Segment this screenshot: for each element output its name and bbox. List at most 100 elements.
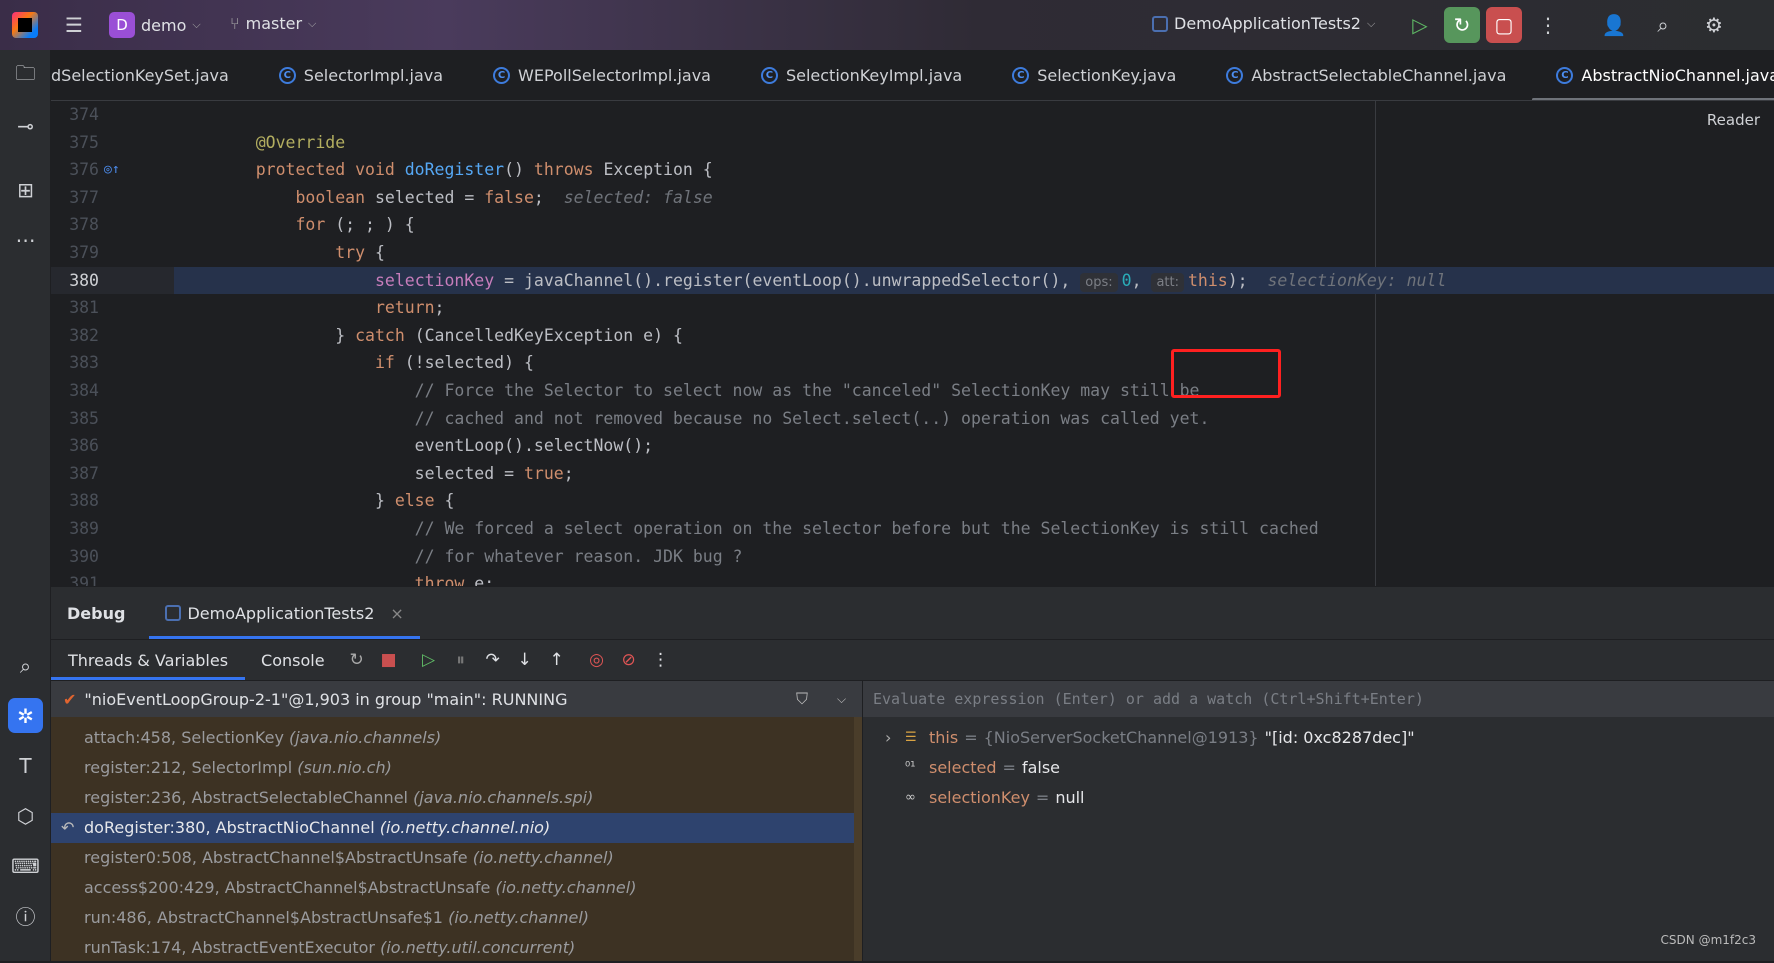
code-token: @Override bbox=[216, 132, 346, 152]
project-badge: D bbox=[109, 12, 135, 38]
mute-breakpoints-icon[interactable]: ⊘ bbox=[613, 644, 645, 676]
rerun-icon[interactable]: ↻ bbox=[341, 644, 373, 676]
variable-row[interactable]: ⁰¹ selected = false bbox=[885, 753, 1060, 783]
structure-icon[interactable]: ⊞ bbox=[8, 172, 43, 207]
debug-icon[interactable]: ✲ bbox=[8, 698, 43, 733]
pause-icon[interactable]: ⏸ bbox=[445, 644, 477, 676]
thread-label: "nioEventLoopGroup-2-1"@1,903 in group "… bbox=[84, 689, 568, 709]
frame-method: doRegister:380, AbstractNioChannel bbox=[84, 818, 380, 837]
equals-sign: = bbox=[964, 728, 978, 747]
run-icon[interactable]: ▷ bbox=[1402, 7, 1438, 43]
code-text: // Force the Selector to select now as t… bbox=[216, 377, 1200, 405]
code-token: ; bbox=[533, 187, 544, 207]
tab-file[interactable]: C AbstractSelectableChannel.java bbox=[1202, 50, 1532, 100]
stack-frame[interactable]: ↶ doRegister:380, AbstractNioChannel (io.… bbox=[51, 813, 854, 843]
rerun-debug-icon[interactable]: ↻ bbox=[1444, 7, 1480, 43]
tab-label: SelectionKeyImpl.java bbox=[785, 65, 963, 85]
project-selector[interactable]: D demo ⌵ bbox=[109, 12, 201, 38]
intellij-logo-icon[interactable] bbox=[12, 12, 38, 38]
variable-row[interactable]: › ☰ this = {NioServerSocketChannel@1913} "[id… bbox=[885, 723, 1415, 753]
settings-icon[interactable]: ⚙ bbox=[1696, 7, 1732, 43]
step-out-icon[interactable]: ↑ bbox=[541, 644, 573, 676]
override-marker-icon[interactable]: ◎↑ bbox=[104, 156, 120, 184]
tab-file[interactable]: C SelectionKey.java bbox=[988, 50, 1202, 100]
tab-file[interactable]: C SelectorImpl.java bbox=[255, 50, 469, 100]
stack-frame[interactable]: run:486, AbstractChannel$AbstractUnsafe$… bbox=[51, 903, 854, 933]
frame-package: (io.netty.util.concurrent) bbox=[380, 938, 576, 957]
frame-package: (io.netty.channel) bbox=[448, 908, 590, 927]
tab-file[interactable]: CAbstractNioChannel.java× bbox=[1532, 50, 1774, 100]
stack-frame[interactable]: register:236, AbstractSelectableChannel … bbox=[51, 783, 854, 813]
code-token: ; bbox=[563, 463, 574, 483]
variable-row[interactable]: ∞ selectionKey = null bbox=[885, 783, 1085, 813]
frame-method: register:212, SelectorImpl bbox=[84, 758, 298, 777]
code-token: { bbox=[374, 243, 385, 262]
code-token: { bbox=[444, 491, 455, 511]
tab-file[interactable]: C WEPollSelectorImpl.java bbox=[469, 50, 737, 100]
stack-frame[interactable]: runTask:174, AbstractEventExecutor (io.n… bbox=[51, 933, 854, 963]
line-number: 387 bbox=[69, 463, 99, 483]
chevron-down-icon[interactable]: ⌵ bbox=[837, 692, 846, 707]
code-line: 389 // We forced a select operation on t… bbox=[51, 515, 1774, 543]
terminal-icon[interactable]: ⌨ bbox=[8, 848, 43, 883]
line-number: 386 bbox=[69, 436, 99, 456]
watermark: CSDN @m1f2c3 bbox=[1660, 933, 1756, 947]
line-number: 377 bbox=[69, 187, 99, 207]
stack-frame[interactable]: access$200:429, AbstractChannel$Abstract… bbox=[51, 873, 854, 903]
tab-console[interactable]: Console bbox=[245, 640, 341, 680]
add-user-icon[interactable]: 👤 bbox=[1596, 7, 1632, 43]
filter-icon[interactable]: ⛉ bbox=[796, 689, 808, 709]
search-icon[interactable]: ⌕ bbox=[1645, 7, 1681, 43]
code-editor[interactable]: Reader 374 375 @Override 376 ◎↑ protected v… bbox=[51, 101, 1774, 586]
branch-selector[interactable]: ⑂ master ⌵ bbox=[230, 14, 316, 33]
equals-sign: = bbox=[1035, 788, 1050, 807]
line-number: 382 bbox=[69, 325, 99, 345]
build-icon[interactable]: T bbox=[8, 748, 43, 783]
line-number: 376 bbox=[69, 160, 99, 180]
step-into-icon[interactable]: ↓ bbox=[509, 644, 541, 676]
stop-icon[interactable]: ■ bbox=[373, 644, 405, 676]
tab-file[interactable]: C SelectionKeyImpl.java bbox=[737, 50, 988, 100]
code-token: e; bbox=[474, 574, 495, 586]
more-icon[interactable]: ⋮ bbox=[645, 644, 677, 676]
problems-icon[interactable]: ⓘ bbox=[8, 898, 43, 933]
code-token: // Force the Selector to select now as t… bbox=[216, 381, 1200, 400]
thread-selector[interactable]: ✔ "nioEventLoopGroup-2-1"@1,903 in group… bbox=[51, 681, 862, 717]
commit-icon[interactable]: ⊸ bbox=[8, 108, 43, 143]
stack-frame[interactable]: register:212, SelectorImpl (sun.nio.ch) bbox=[51, 753, 854, 783]
folder-icon[interactable]: 🗀 bbox=[8, 58, 43, 93]
more-tools-icon[interactable]: ⋯ bbox=[8, 222, 43, 257]
search-icon[interactable]: ⌕ bbox=[8, 648, 43, 683]
expand-chevron-icon[interactable]: › bbox=[885, 723, 899, 753]
step-over-icon[interactable]: ↷ bbox=[477, 644, 509, 676]
parameter-hint: att: bbox=[1151, 272, 1184, 292]
line-number: 378 bbox=[69, 215, 99, 235]
tab-file[interactable]: dSelectionKeySet.java bbox=[51, 50, 255, 100]
run-config-selector[interactable]: DemoApplicationTests2 ⌵ bbox=[1152, 14, 1375, 33]
more-icon[interactable]: ⋮ bbox=[1530, 7, 1566, 43]
tab-debug-session[interactable]: DemoApplicationTests2 × bbox=[149, 587, 421, 639]
stack-frame[interactable]: register0:508, AbstractChannel$AbstractU… bbox=[51, 843, 854, 873]
close-session-icon[interactable]: × bbox=[390, 604, 403, 623]
code-text: // for whatever reason. JDK bug ? bbox=[216, 543, 743, 571]
code-token: for bbox=[216, 215, 336, 235]
code-token: Exception { bbox=[603, 160, 713, 180]
services-icon[interactable]: ⬡ bbox=[8, 798, 43, 833]
code-token: try bbox=[216, 243, 375, 262]
view-breakpoints-icon[interactable]: ◎ bbox=[581, 644, 613, 676]
stack-frame[interactable]: attach:458, SelectionKey (java.nio.chann… bbox=[51, 723, 854, 753]
code-token: doRegister bbox=[404, 160, 505, 180]
line-number: 384 bbox=[69, 381, 99, 400]
line-number: 379 bbox=[69, 243, 99, 262]
stop-icon[interactable]: ▢ bbox=[1486, 7, 1522, 43]
class-icon: C bbox=[1226, 66, 1244, 84]
code-line: 379 try { bbox=[51, 239, 1774, 267]
main-menu-icon[interactable]: ☰ bbox=[56, 7, 92, 43]
evaluate-expression-input[interactable]: Evaluate expression (Enter) or add a wat… bbox=[862, 681, 1774, 717]
code-line: 380 selectionKey = javaChannel().registe… bbox=[51, 266, 1774, 295]
resume-icon[interactable]: ▷ bbox=[413, 644, 445, 676]
code-token: else bbox=[394, 491, 445, 511]
line-number: 375 bbox=[69, 132, 99, 152]
tab-threads-variables[interactable]: Threads & Variables bbox=[51, 640, 246, 680]
